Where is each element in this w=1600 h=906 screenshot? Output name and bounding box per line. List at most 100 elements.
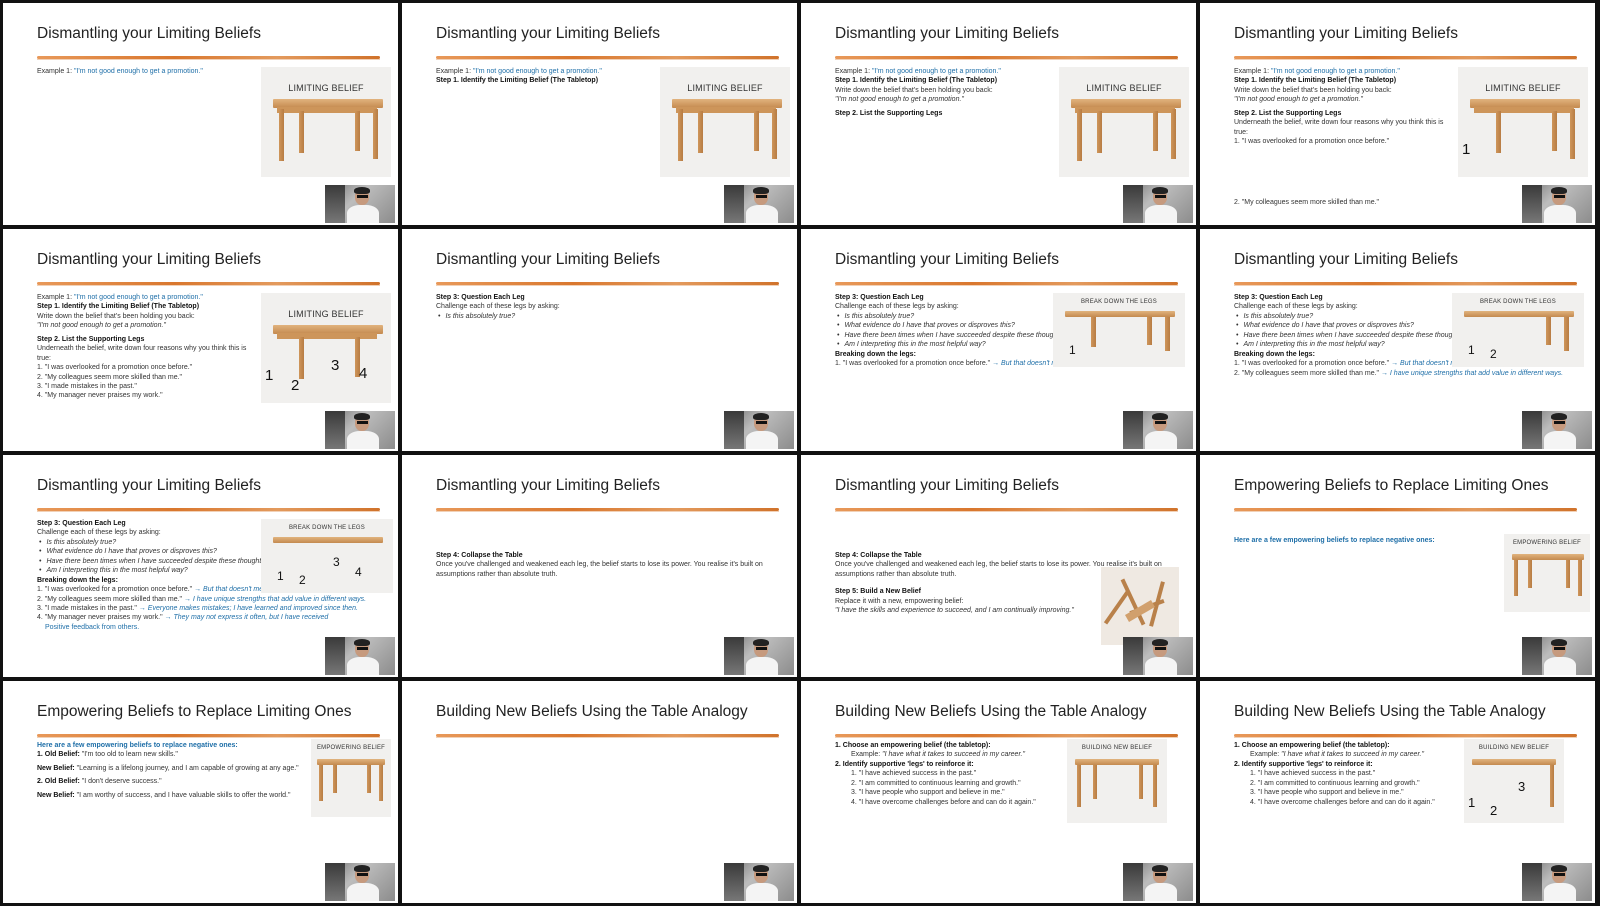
title-underline bbox=[436, 282, 779, 286]
webcam-thumbnail bbox=[1123, 185, 1193, 223]
leg-number: 4 bbox=[355, 565, 362, 579]
image-label: LIMITING BELIEF bbox=[288, 83, 364, 93]
leg-item: 2. "My colleagues seem more skilled than… bbox=[1234, 199, 1380, 206]
table-image: LIMITING BELIEF 1 bbox=[1458, 67, 1588, 177]
step2-instruction: Underneath the belief, write down four r… bbox=[37, 345, 247, 362]
slide-title: Dismantling your Limiting Beliefs bbox=[1234, 25, 1458, 42]
step1-quote: "I'm not good enough to get a promotion.… bbox=[1234, 96, 1363, 104]
webcam-thumbnail bbox=[1522, 411, 1592, 449]
slide-title: Dismantling your Limiting Beliefs bbox=[835, 25, 1059, 42]
leg-item: 1. "I was overlooked for a promotion onc… bbox=[37, 364, 193, 372]
table-image: LIMITING BELIEF bbox=[1059, 67, 1189, 177]
webcam-thumbnail bbox=[325, 185, 395, 223]
image-label: LIMITING BELIEF bbox=[1086, 83, 1162, 93]
title-underline bbox=[1234, 508, 1577, 512]
slide-title: Dismantling your Limiting Beliefs bbox=[835, 477, 1059, 494]
build-example: Example: "I have what it takes to succee… bbox=[1250, 751, 1424, 759]
title-underline bbox=[1234, 282, 1577, 286]
slide-body: Step 3: Question Each Leg Challenge each… bbox=[436, 293, 656, 321]
webcam-thumbnail bbox=[1123, 637, 1193, 675]
build-leg: 2. "I am committed to continuous learnin… bbox=[1250, 779, 1420, 787]
slide-3[interactable]: Dismantling your Limiting Beliefs Exampl… bbox=[801, 3, 1196, 225]
slide-title: Empowering Beliefs to Replace Limiting O… bbox=[1234, 477, 1549, 494]
build-leg: 2. "I am committed to continuous learnin… bbox=[851, 779, 1021, 787]
webcam-thumbnail bbox=[1123, 411, 1193, 449]
title-underline bbox=[37, 282, 380, 286]
step4-heading: Step 4: Collapse the Table bbox=[835, 552, 922, 559]
title-underline bbox=[436, 734, 779, 738]
example-line: Example 1: "I'm not good enough to get a… bbox=[835, 68, 1001, 75]
leg-number: 2 bbox=[291, 377, 300, 394]
leg-item: 3. "I made mistakes in the past." bbox=[37, 382, 137, 390]
slide-7[interactable]: Dismantling your Limiting Beliefs Step 3… bbox=[801, 229, 1196, 451]
slide-2[interactable]: Dismantling your Limiting Beliefs Exampl… bbox=[402, 3, 797, 225]
leg-number: 1 bbox=[1069, 343, 1076, 357]
table-image: BUILDING NEW BELIEF 1 2 3 bbox=[1464, 739, 1564, 823]
build-leg: 1. "I have achieved success in the past.… bbox=[851, 770, 977, 778]
leg-number: 2 bbox=[299, 573, 306, 587]
old-belief-2: 2. Old Belief: "I don't deserve success.… bbox=[37, 778, 162, 786]
new-belief-2: New Belief: "I am worthy of success, and… bbox=[37, 791, 291, 799]
slide-11[interactable]: Dismantling your Limiting Beliefs Step 4… bbox=[801, 455, 1196, 677]
slide-body: Example 1: "I'm not good enough to get a… bbox=[37, 293, 257, 401]
leg-item: 2. "My colleagues seem more skilled than… bbox=[37, 373, 183, 381]
build-step-2: 2. Identify supportive 'legs' to reinfor… bbox=[1234, 760, 1373, 768]
table-image: EMPOWERING BELIEF bbox=[311, 739, 391, 817]
slide-5[interactable]: Dismantling your Limiting Beliefs Exampl… bbox=[3, 229, 398, 451]
slide-4[interactable]: Dismantling your Limiting Beliefs Exampl… bbox=[1200, 3, 1595, 225]
step1-quote: "I'm not good enough to get a promotion.… bbox=[835, 96, 964, 104]
leg-item: 4. "My manager never praises my work." bbox=[37, 392, 163, 400]
example-line: Example 1: "I'm not good enough to get a… bbox=[37, 68, 203, 75]
slide-title: Dismantling your Limiting Beliefs bbox=[37, 477, 261, 494]
title-underline bbox=[835, 282, 1178, 286]
break-continuation: Positive feedback from others. bbox=[45, 623, 140, 631]
image-label: LIMITING BELIEF bbox=[288, 309, 364, 319]
image-label: LIMITING BELIEF bbox=[687, 83, 763, 93]
image-label: BUILDING NEW BELIEF bbox=[1081, 745, 1153, 751]
break-item: 2. "My colleagues seem more skilled than… bbox=[1234, 369, 1564, 377]
step1-instruction: Write down the belief that's been holdin… bbox=[1234, 86, 1392, 94]
slide-8[interactable]: Dismantling your Limiting Beliefs Step 3… bbox=[1200, 229, 1595, 451]
leg-number: 4 bbox=[359, 365, 368, 382]
title-underline bbox=[436, 508, 779, 512]
build-leg: 4. "I have overcome challenges before an… bbox=[851, 798, 1036, 806]
table-image: BREAK DOWN THE LEGS 1 2 bbox=[1452, 293, 1584, 367]
slide-14[interactable]: Building New Beliefs Using the Table Ana… bbox=[402, 681, 797, 903]
step2-heading: Step 2. List the Supporting Legs bbox=[37, 335, 145, 343]
leg-number: 1 bbox=[1462, 141, 1471, 158]
slide-title: Dismantling your Limiting Beliefs bbox=[37, 251, 261, 268]
build-leg: 3. "I have people who support and believ… bbox=[1250, 789, 1404, 797]
break-item: 2. "My colleagues seem more skilled than… bbox=[37, 595, 367, 603]
slide-title: Dismantling your Limiting Beliefs bbox=[37, 25, 261, 42]
slide-body: 1. Choose an empowering belief (the tabl… bbox=[835, 741, 1075, 807]
webcam-thumbnail bbox=[1522, 637, 1592, 675]
build-step-1: 1. Choose an empowering belief (the tabl… bbox=[1234, 742, 1390, 749]
slide-body: Example 1: "I'm not good enough to get a… bbox=[37, 67, 257, 76]
webcam-thumbnail bbox=[724, 863, 794, 901]
table-image: LIMITING BELIEF bbox=[261, 67, 391, 177]
slide-10[interactable]: Dismantling your Limiting Beliefs Step 4… bbox=[402, 455, 797, 677]
step2-instruction: Underneath the belief, write down four r… bbox=[1234, 119, 1444, 136]
slide-13[interactable]: Empowering Beliefs to Replace Limiting O… bbox=[3, 681, 398, 903]
slide-1[interactable]: Dismantling your Limiting Beliefs Exampl… bbox=[3, 3, 398, 225]
slide-9[interactable]: Dismantling your Limiting Beliefs Step 3… bbox=[3, 455, 398, 677]
step3-instruction: Challenge each of these legs by asking: bbox=[436, 303, 560, 311]
step1-heading: Step 1. Identify the Limiting Belief (Th… bbox=[1234, 77, 1397, 85]
slide-6[interactable]: Dismantling your Limiting Beliefs Step 3… bbox=[402, 229, 797, 451]
webcam-thumbnail bbox=[724, 411, 794, 449]
image-label: BUILDING NEW BELIEF bbox=[1478, 745, 1550, 751]
slide-title: Empowering Beliefs to Replace Limiting O… bbox=[37, 703, 352, 720]
build-step-1: 1. Choose an empowering belief (the tabl… bbox=[835, 742, 991, 749]
old-belief-1: 1. Old Belief: "I'm too old to learn new… bbox=[37, 751, 178, 759]
slide-12[interactable]: Empowering Beliefs to Replace Limiting O… bbox=[1200, 455, 1595, 677]
slide-16[interactable]: Building New Beliefs Using the Table Ana… bbox=[1200, 681, 1595, 903]
slide-title: Building New Beliefs Using the Table Ana… bbox=[1234, 703, 1546, 720]
step1-instruction: Write down the belief that's been holdin… bbox=[835, 86, 993, 94]
leg-number: 3 bbox=[331, 357, 340, 374]
slide-body: Example 1: "I'm not good enough to get a… bbox=[835, 67, 1055, 118]
webcam-thumbnail bbox=[1123, 863, 1193, 901]
step3-heading: Step 3: Question Each Leg bbox=[436, 294, 525, 301]
webcam-thumbnail bbox=[724, 185, 794, 223]
slide-15[interactable]: Building New Beliefs Using the Table Ana… bbox=[801, 681, 1196, 903]
build-leg: 1. "I have achieved success in the past.… bbox=[1250, 770, 1376, 778]
